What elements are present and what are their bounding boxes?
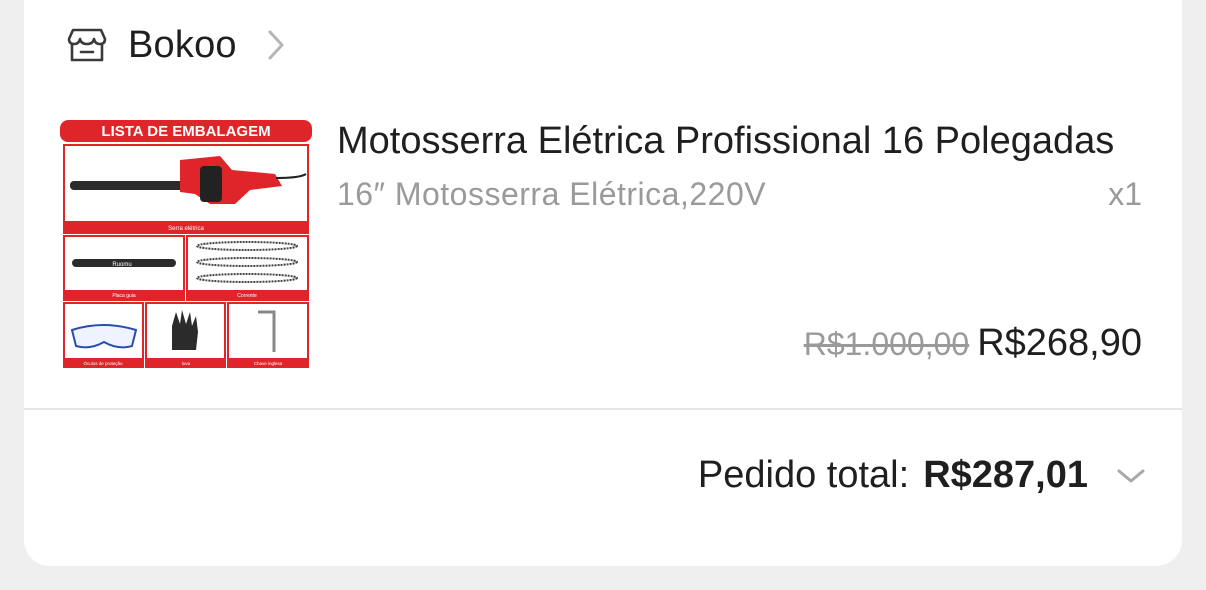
order-total-value: R$287,01 (923, 454, 1088, 496)
order-total-toggle[interactable]: Pedido total: R$287,01 (698, 454, 1146, 497)
svg-text:Chave inglesa: Chave inglesa (254, 361, 283, 366)
svg-text:Serra elétrica: Serra elétrica (168, 226, 204, 232)
chevron-down-icon (1116, 466, 1146, 486)
store-icon (66, 24, 108, 66)
svg-text:Corrente: Corrente (237, 293, 257, 299)
chevron-right-icon (267, 27, 289, 63)
image-header-text: LISTA DE EMBALAGEM (101, 123, 270, 140)
svg-text:Ruomu: Ruomu (112, 262, 131, 268)
original-price: R$1.000,00 (803, 326, 970, 362)
svg-text:Óculos de proteção: Óculos de proteção (83, 360, 123, 366)
product-variant: 16″ Motosserra Elétrica,220V (337, 176, 767, 212)
svg-text:luva: luva (182, 361, 191, 366)
product-title[interactable]: Motosserra Elétrica Profissional 16 Pole… (337, 120, 1137, 163)
product-image[interactable]: LISTA DE EMBALAGEM Serra elétrica Placa … (60, 120, 312, 372)
order-card: Bokoo LISTA DE EMBALAGEM Serra elétrica (24, 0, 1182, 566)
product-quantity: x1 (1108, 176, 1142, 212)
divider (24, 408, 1182, 410)
store-link[interactable]: Bokoo (66, 20, 289, 70)
order-total-label: Pedido total: (697, 454, 910, 496)
svg-text:Placa guia: Placa guia (112, 293, 136, 299)
current-price: R$268,90 (977, 322, 1142, 364)
price-group: R$1.000,00 R$268,90 (804, 322, 1142, 365)
store-name: Bokoo (128, 23, 237, 66)
